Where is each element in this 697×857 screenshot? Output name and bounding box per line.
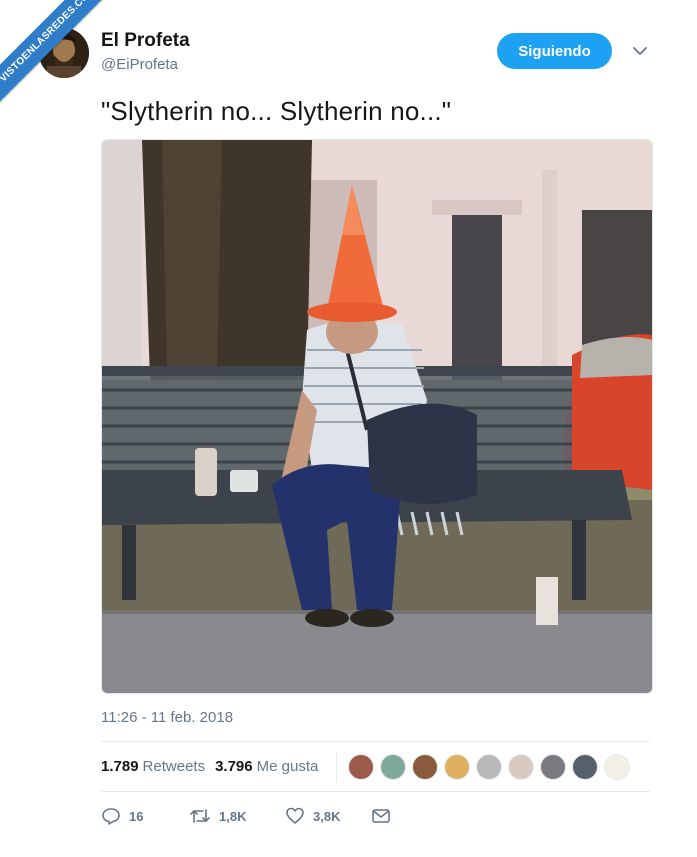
tweet-timestamp[interactable]: 11:26 - 11 feb. 2018 [101,709,233,726]
heart-icon [286,807,304,824]
reply-icon [102,808,120,825]
liker-avatars [348,754,636,780]
like-button[interactable]: 3,8K [285,806,371,826]
tweet-text: "Slytherin no... Slytherin no..." [101,96,452,126]
divider [101,791,650,792]
liker-avatar[interactable] [348,754,374,780]
likes-count[interactable]: 3.796 [215,758,253,775]
liker-avatar[interactable] [380,754,406,780]
liker-avatar[interactable] [572,754,598,780]
liker-avatar[interactable] [412,754,438,780]
tweet-photo[interactable] [101,139,653,694]
retweet-button[interactable]: 1,8K [189,806,285,826]
retweets-label[interactable]: Retweets [143,758,206,775]
direct-message-button[interactable] [371,806,391,826]
user-handle[interactable]: @EiProfeta [101,56,178,73]
reply-button[interactable]: 16 [101,806,189,826]
envelope-icon [372,809,390,823]
chevron-down-icon[interactable] [631,42,649,60]
likes-label[interactable]: Me gusta [257,758,319,775]
liker-avatar[interactable] [540,754,566,780]
reply-count: 16 [129,808,144,824]
engagement-stats: 1.789 Retweets 3.796 Me gusta [101,758,318,775]
retweets-count[interactable]: 1.789 [101,758,139,775]
liker-avatar[interactable] [508,754,534,780]
retweet-icon [190,809,210,823]
photo-man-cone-bench [102,140,652,693]
like-count: 3,8K [313,808,341,824]
liker-avatar[interactable] [604,754,630,780]
display-name[interactable]: El Profeta [101,30,190,52]
liker-avatar[interactable] [476,754,502,780]
retweet-count: 1,8K [219,808,247,824]
following-button[interactable]: Siguiendo [497,33,612,69]
stats-separator [336,752,337,782]
divider [101,741,650,742]
tweet-actions: 16 1,8K 3,8K [101,806,391,826]
liker-avatar[interactable] [444,754,470,780]
